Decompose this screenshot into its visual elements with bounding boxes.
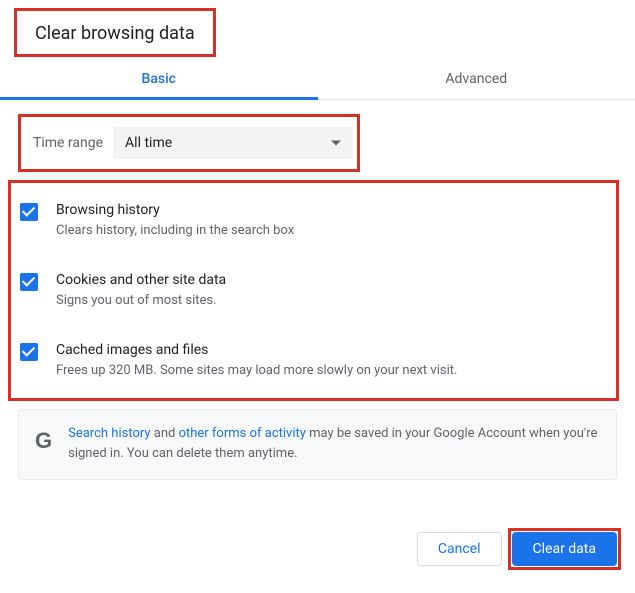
clear-browsing-data-dialog: Clear browsing data Basic Advanced Time … (0, 0, 635, 584)
link-search-history[interactable]: Search history (68, 426, 150, 441)
google-logo-icon: G (35, 424, 52, 452)
option-desc: Signs you out of most sites. (56, 292, 609, 310)
option-title: Cached images and files (56, 342, 609, 358)
option-desc: Clears history, including in the search … (56, 222, 609, 240)
tab-basic[interactable]: Basic (0, 57, 318, 99)
google-account-info: G Search history and other forms of acti… (18, 409, 617, 481)
time-range-select[interactable]: All time (113, 127, 353, 159)
time-range-row: Time range All time (25, 119, 353, 167)
tabs: Basic Advanced (0, 57, 635, 100)
dialog-title: Clear browsing data (17, 11, 213, 54)
info-text: Search history and other forms of activi… (68, 424, 600, 466)
checkbox-browsing-history[interactable] (20, 203, 38, 221)
checkbox-cookies[interactable] (20, 273, 38, 291)
link-other-activity[interactable]: other forms of activity (179, 426, 306, 441)
option-desc: Frees up 320 MB. Some sites may load mor… (56, 362, 609, 380)
option-title: Cookies and other site data (56, 272, 609, 288)
time-range-label: Time range (29, 135, 103, 151)
chevron-down-icon (331, 141, 341, 146)
option-browsing-history: Browsing history Clears history, includi… (20, 192, 609, 262)
checkbox-cached[interactable] (20, 343, 38, 361)
options-list: Browsing history Clears history, includi… (18, 178, 617, 403)
tab-advanced[interactable]: Advanced (318, 57, 635, 99)
clear-data-button[interactable]: Clear data (512, 532, 617, 566)
option-cookies: Cookies and other site data Signs you ou… (20, 262, 609, 332)
option-title: Browsing history (56, 202, 609, 218)
time-range-selected: All time (125, 135, 172, 151)
dialog-footer: Cancel Clear data (0, 494, 635, 584)
cancel-button[interactable]: Cancel (417, 532, 502, 566)
option-cached: Cached images and files Frees up 320 MB.… (20, 332, 609, 392)
